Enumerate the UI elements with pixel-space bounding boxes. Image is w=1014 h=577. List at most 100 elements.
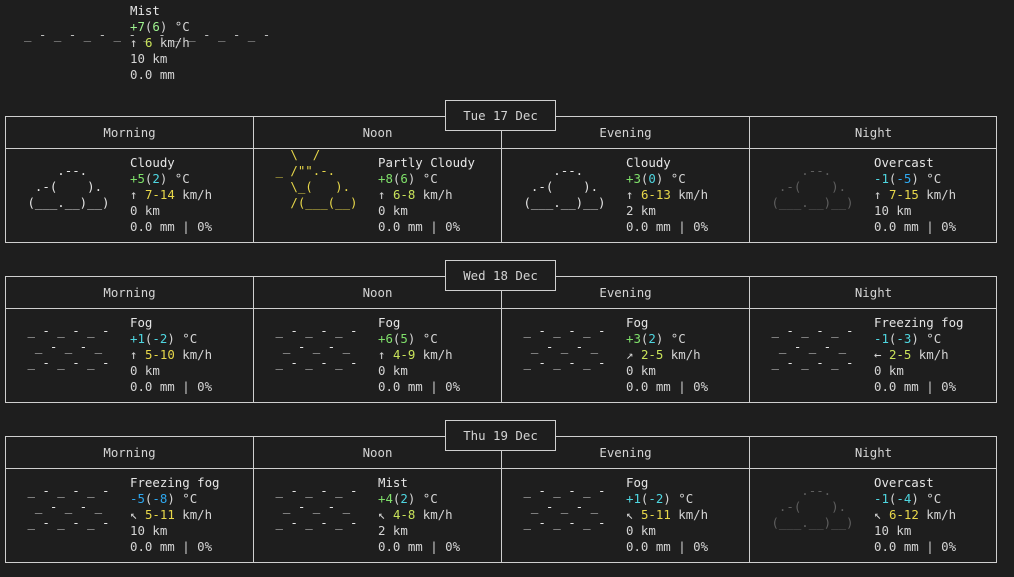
- temperature: +4(2) °C: [378, 491, 438, 506]
- fog-icon: _ - _ - _ - _ - _ - _ _ - _ - _ -: [275, 323, 358, 370]
- condition-text: Fog: [626, 475, 649, 490]
- current-visibility: 10 km: [130, 51, 168, 66]
- fog-icon: _ - _ - _ - _ - _ - _ _ - _ - _ -: [27, 323, 110, 370]
- wind: ↖ 6-12 km/h: [874, 507, 957, 522]
- period-header-night: Night: [854, 125, 893, 140]
- forecast-cell: .--. .-( ). (___.__)__) Cloudy +5(2) °C ↑ …: [6, 148, 253, 234]
- visibility: 10 km: [130, 523, 168, 538]
- forecast-info: Freezing fog -5(-8) °C ↖ 5-11 km/h 10 km 0.0…: [130, 475, 220, 555]
- condition-text: Cloudy: [130, 155, 175, 170]
- visibility: 2 km: [378, 523, 408, 538]
- precipitation: 0.0 mm | 0%: [378, 219, 461, 234]
- condition-text: Mist: [378, 475, 408, 490]
- period-header-morning: Morning: [103, 125, 156, 140]
- precipitation: 0.0 mm | 0%: [874, 219, 957, 234]
- visibility: 10 km: [874, 523, 912, 538]
- period-header-morning: Morning: [103, 445, 156, 460]
- forecast-info: Overcast -1(-4) °C ↖ 6-12 km/h 10 km 0.0 mm …: [874, 475, 956, 555]
- forecast-cell: _ - _ - _ - _ - _ - _ _ - _ - _ - Mist +4…: [254, 468, 501, 554]
- current-conditions: Mist +7(6) °C ↑ 6 km/h 10 km 0.0 mm: [130, 3, 190, 83]
- forecast-info: Partly Cloudy +8(6) °C ↑ 6-8 km/h 0 km 0.0 m…: [378, 155, 475, 235]
- forecast-info: Cloudy +5(2) °C ↑ 7-14 km/h 0 km 0.0 mm | 0%: [130, 155, 212, 235]
- forecast-cell: \ / _ /"".-. \_( ). /(___(__) Partly Clo…: [254, 147, 501, 234]
- condition-text: Fog: [626, 315, 649, 330]
- condition-text: Cloudy: [626, 155, 671, 170]
- visibility: 2 km: [626, 203, 656, 218]
- precipitation: 0.0 mm | 0%: [874, 379, 957, 394]
- visibility: 0 km: [130, 363, 160, 378]
- cloudy-icon: .--. .-( ). (___.__)__): [523, 163, 606, 210]
- wind: ↑ 7-15 km/h: [874, 187, 957, 202]
- precipitation: 0.0 mm | 0%: [626, 379, 709, 394]
- forecast-info: Overcast -1(-5) °C ↑ 7-15 km/h 10 km 0.0 mm …: [874, 155, 956, 235]
- forecast-grid: Morning Noon Evening Night .--. .-( ). (___…: [5, 116, 997, 243]
- forecast-info: Freezing fog -1(-3) °C ← 2-5 km/h 0 km 0.0 m…: [874, 315, 964, 395]
- temperature: -1(-3) °C: [874, 331, 942, 346]
- forecast-info: Fog +1(-2) °C ↖ 5-11 km/h 0 km 0.0 mm | 0%: [626, 475, 708, 555]
- precipitation: 0.0 mm | 0%: [130, 539, 213, 554]
- forecast-info: Mist +4(2) °C ↖ 4-8 km/h 2 km 0.0 mm | 0%: [378, 475, 460, 555]
- wind: ↖ 5-11 km/h: [626, 507, 709, 522]
- fog-icon: _ - _ - _ - _ - _ - _ _ - _ - _ -: [771, 323, 854, 370]
- condition-text: Overcast: [874, 155, 934, 170]
- condition-text: Fog: [378, 315, 401, 330]
- forecast-cell: _ - _ - _ - _ - _ - _ _ - _ - _ - Freezi…: [6, 468, 253, 554]
- condition-text: Freezing fog: [130, 475, 220, 490]
- wind: ↑ 4-9 km/h: [378, 347, 453, 362]
- forecast-info: Fog +1(-2) °C ↑ 5-10 km/h 0 km 0.0 mm | 0%: [130, 315, 212, 395]
- temperature: +3(0) °C: [626, 171, 686, 186]
- temperature: -1(-4) °C: [874, 491, 942, 506]
- date-label: Tue 17 Dec: [445, 100, 556, 131]
- forecast-info: Fog +6(5) °C ↑ 4-9 km/h 0 km 0.0 mm | 0%: [378, 315, 460, 395]
- condition-text: Overcast: [874, 475, 934, 490]
- precipitation: 0.0 mm | 0%: [626, 539, 709, 554]
- temperature: -5(-8) °C: [130, 491, 198, 506]
- wind: ↑ 6-13 km/h: [626, 187, 709, 202]
- period-header-night: Night: [854, 285, 893, 300]
- precipitation: 0.0 mm | 0%: [130, 379, 213, 394]
- wind: ↖ 4-8 km/h: [378, 507, 453, 522]
- temperature: +1(-2) °C: [626, 491, 694, 506]
- precipitation: 0.0 mm | 0%: [378, 379, 461, 394]
- forecast-cell: _ - _ - _ - _ - _ - _ _ - _ - _ - Fog +1(…: [502, 468, 749, 554]
- weather-terminal: _ - _ - _ - _ - _ - _ _ - _ - _ - Mist +…: [0, 0, 1014, 577]
- period-header-night: Night: [854, 445, 893, 460]
- fog-icon: _ - _ - _ - _ - _ - _ _ - _ - _ -: [523, 323, 606, 370]
- forecast-cell: _ - _ - _ - _ - _ - _ _ - _ - _ - Fog +1(…: [6, 308, 253, 394]
- forecast-info: Fog +3(2) °C ↗ 2-5 km/h 0 km 0.0 mm | 0%: [626, 315, 708, 395]
- current-condition: Mist: [130, 3, 160, 18]
- temperature: +1(-2) °C: [130, 331, 198, 346]
- current-temperature: +7(6) °C: [130, 19, 190, 34]
- temperature: +5(2) °C: [130, 171, 190, 186]
- period-header-morning: Morning: [103, 285, 156, 300]
- visibility: 10 km: [874, 203, 912, 218]
- forecast-grid: Morning Noon Evening Night _ - _ - _ - _ - …: [5, 436, 997, 563]
- current-precipitation: 0.0 mm: [130, 67, 175, 82]
- wind: ↗ 2-5 km/h: [626, 347, 701, 362]
- date-label: Wed 18 Dec: [445, 260, 556, 291]
- visibility: 0 km: [874, 363, 904, 378]
- visibility: 0 km: [130, 203, 160, 218]
- forecast-cell: _ - _ - _ - _ - _ - _ _ - _ - _ - Fog +3(…: [502, 308, 749, 394]
- partly-cloudy-icon: \ / _ /"".-. \_( ). /(___(__): [275, 147, 358, 210]
- fog-icon: _ - _ - _ - _ - _ - _ _ - _ - _ -: [27, 483, 110, 530]
- date-label: Thu 19 Dec: [445, 420, 556, 451]
- current-wind: ↑ 6 km/h: [130, 35, 190, 50]
- condition-text: Partly Cloudy: [378, 155, 475, 170]
- condition-text: Fog: [130, 315, 153, 330]
- forecast-cell: .--. .-( ). (___.__)__) Overcast -1(-4) °…: [750, 468, 997, 554]
- forecast-cell: .--. .-( ). (___.__)__) Cloudy +3(0) °C ↑ …: [502, 148, 749, 234]
- forecast-info: Cloudy +3(0) °C ↑ 6-13 km/h 2 km 0.0 mm | 0%: [626, 155, 708, 235]
- precipitation: 0.0 mm | 0%: [130, 219, 213, 234]
- overcast-icon: .--. .-( ). (___.__)__): [771, 483, 854, 530]
- visibility: 0 km: [378, 363, 408, 378]
- forecast-cell: .--. .-( ). (___.__)__) Overcast -1(-5) °…: [750, 148, 997, 234]
- precipitation: 0.0 mm | 0%: [378, 539, 461, 554]
- precipitation: 0.0 mm | 0%: [874, 539, 957, 554]
- wind: ↑ 5-10 km/h: [130, 347, 213, 362]
- wind: ← 2-5 km/h: [874, 347, 949, 362]
- temperature: +6(5) °C: [378, 331, 438, 346]
- temperature: +8(6) °C: [378, 171, 438, 186]
- forecast-grid: Morning Noon Evening Night _ - _ - _ - _ - …: [5, 276, 997, 403]
- forecast-cell: _ - _ - _ - _ - _ - _ _ - _ - _ - Fog +6(…: [254, 308, 501, 394]
